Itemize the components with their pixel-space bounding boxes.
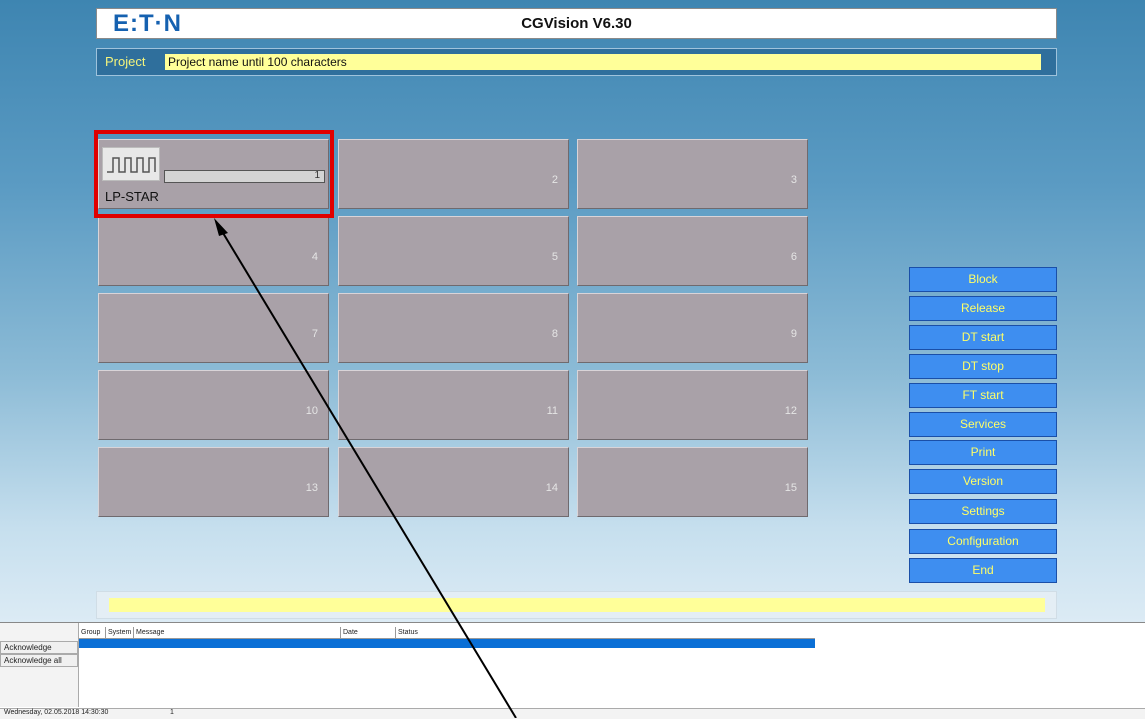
station-number: 4 bbox=[311, 251, 318, 263]
project-bar: Project Project name until 100 character… bbox=[96, 48, 1057, 76]
project-name-field: Project name until 100 characters bbox=[165, 54, 1041, 70]
station-tile-9[interactable]: 9 bbox=[577, 293, 808, 363]
col-status[interactable]: Status bbox=[395, 627, 418, 638]
alarm-panel: Acknowledge Acknowledge all Group System… bbox=[0, 622, 1145, 719]
status-bar: Wednesday, 02.05.2018 14:30:30 1 bbox=[0, 708, 1145, 719]
station-tile-5[interactable]: 5 bbox=[338, 216, 569, 286]
station-number: 13 bbox=[305, 482, 318, 494]
col-date[interactable]: Date bbox=[340, 627, 358, 638]
project-label: Project bbox=[105, 54, 146, 69]
station-number: 8 bbox=[551, 328, 558, 340]
station-tile-2[interactable]: 2 bbox=[338, 139, 569, 209]
app-title: CGVision V6.30 bbox=[521, 15, 632, 32]
acknowledge-all-button[interactable]: Acknowledge all bbox=[0, 654, 78, 667]
version-button[interactable]: Version bbox=[909, 469, 1057, 494]
station-number: 9 bbox=[790, 328, 797, 340]
status-count: 1 bbox=[170, 709, 174, 716]
station-progress-bar: 1 bbox=[164, 170, 325, 183]
station-number: 14 bbox=[545, 482, 558, 494]
station-tile-13[interactable]: 13 bbox=[98, 447, 329, 517]
station-tile-11[interactable]: 11 bbox=[338, 370, 569, 440]
station-tile-15[interactable]: 15 bbox=[577, 447, 808, 517]
main-area: E:T·N CGVision V6.30 Project Project nam… bbox=[0, 0, 1145, 622]
station-tile-3[interactable]: 3 bbox=[577, 139, 808, 209]
col-message[interactable]: Message bbox=[133, 627, 164, 638]
col-system[interactable]: System bbox=[105, 627, 131, 638]
station-tile-8[interactable]: 8 bbox=[338, 293, 569, 363]
end-button[interactable]: End bbox=[909, 558, 1057, 583]
station-number: 15 bbox=[784, 482, 797, 494]
ft-start-button[interactable]: FT start bbox=[909, 383, 1057, 408]
station-tile-10[interactable]: 10 bbox=[98, 370, 329, 440]
print-button[interactable]: Print bbox=[909, 440, 1057, 465]
station-tile-1[interactable]: 1 LP-STAR bbox=[98, 139, 329, 209]
station-number: 7 bbox=[311, 328, 318, 340]
station-number: 11 bbox=[546, 405, 558, 417]
station-number: 12 bbox=[784, 405, 797, 417]
acknowledge-button[interactable]: Acknowledge bbox=[0, 641, 78, 654]
station-tile-4[interactable]: 4 bbox=[98, 216, 329, 286]
block-button[interactable]: Block bbox=[909, 267, 1057, 292]
station-number: 3 bbox=[790, 174, 797, 186]
station-number: 10 bbox=[305, 405, 318, 417]
message-field bbox=[109, 598, 1045, 612]
station-number: 1 bbox=[314, 170, 320, 181]
alarm-table-header: Group System Message Date Status bbox=[79, 627, 815, 639]
station-number: 6 bbox=[790, 251, 797, 263]
alarm-row-selected[interactable] bbox=[79, 639, 815, 648]
station-number: 2 bbox=[551, 174, 558, 186]
alarm-actions: Acknowledge Acknowledge all bbox=[0, 623, 79, 707]
settings-button[interactable]: Settings bbox=[909, 499, 1057, 524]
dt-start-button[interactable]: DT start bbox=[909, 325, 1057, 350]
pulse-signal-icon bbox=[102, 147, 160, 181]
dt-stop-button[interactable]: DT stop bbox=[909, 354, 1057, 379]
station-tile-6[interactable]: 6 bbox=[577, 216, 808, 286]
release-button[interactable]: Release bbox=[909, 296, 1057, 321]
station-name: LP-STAR bbox=[105, 189, 159, 204]
station-tile-12[interactable]: 12 bbox=[577, 370, 808, 440]
station-tile-14[interactable]: 14 bbox=[338, 447, 569, 517]
station-tile-7[interactable]: 7 bbox=[98, 293, 329, 363]
configuration-button[interactable]: Configuration bbox=[909, 529, 1057, 554]
message-bar bbox=[96, 591, 1057, 619]
col-group[interactable]: Group bbox=[79, 627, 100, 638]
status-datetime: Wednesday, 02.05.2018 14:30:30 bbox=[4, 709, 109, 716]
header-bar: E:T·N CGVision V6.30 bbox=[96, 8, 1057, 39]
station-number: 5 bbox=[551, 251, 558, 263]
services-button[interactable]: Services bbox=[909, 412, 1057, 437]
